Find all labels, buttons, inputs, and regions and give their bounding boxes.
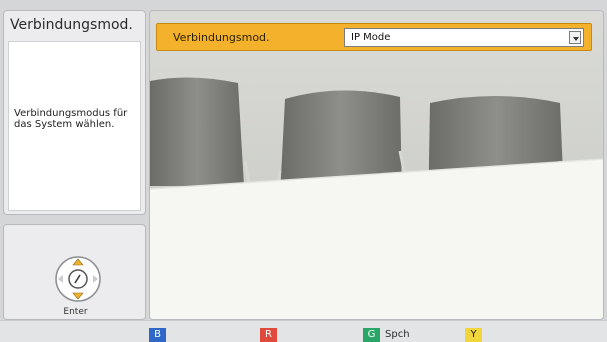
description-text: Verbindungsmodus für das System wählen. [14, 108, 128, 130]
connection-mode-label: Verbindungsmod. [173, 31, 270, 44]
main-area: Verbindungsmod. IP Mode [149, 10, 604, 320]
yellow-key-button[interactable]: Y [465, 328, 482, 342]
connection-mode-select[interactable]: IP Mode [344, 28, 584, 47]
connection-mode-value: IP Mode [351, 32, 391, 43]
bottom-bar [0, 320, 607, 342]
screen-title: Verbindungsmod. [10, 17, 133, 33]
dpad-icon[interactable] [52, 253, 104, 305]
blue-key-button[interactable]: B [149, 328, 166, 342]
screen-frame: Verbindungsmod. Verbindungsmodus für das… [0, 0, 607, 342]
description-box: Verbindungsmodus für das System wählen. [8, 41, 141, 211]
chevron-down-icon[interactable] [569, 31, 581, 44]
red-key-button[interactable]: R [260, 328, 277, 342]
left-column: Verbindungsmod. Verbindungsmodus für das… [3, 10, 146, 320]
enter-label: Enter [63, 307, 88, 317]
connection-mode-row[interactable]: Verbindungsmod. IP Mode [156, 23, 592, 51]
green-key-button[interactable]: G [363, 328, 380, 342]
green-key-label: Spch [385, 329, 410, 340]
navigation-panel: Enter [3, 224, 146, 320]
background-image [150, 11, 603, 319]
title-panel: Verbindungsmod. Verbindungsmodus für das… [3, 10, 146, 215]
